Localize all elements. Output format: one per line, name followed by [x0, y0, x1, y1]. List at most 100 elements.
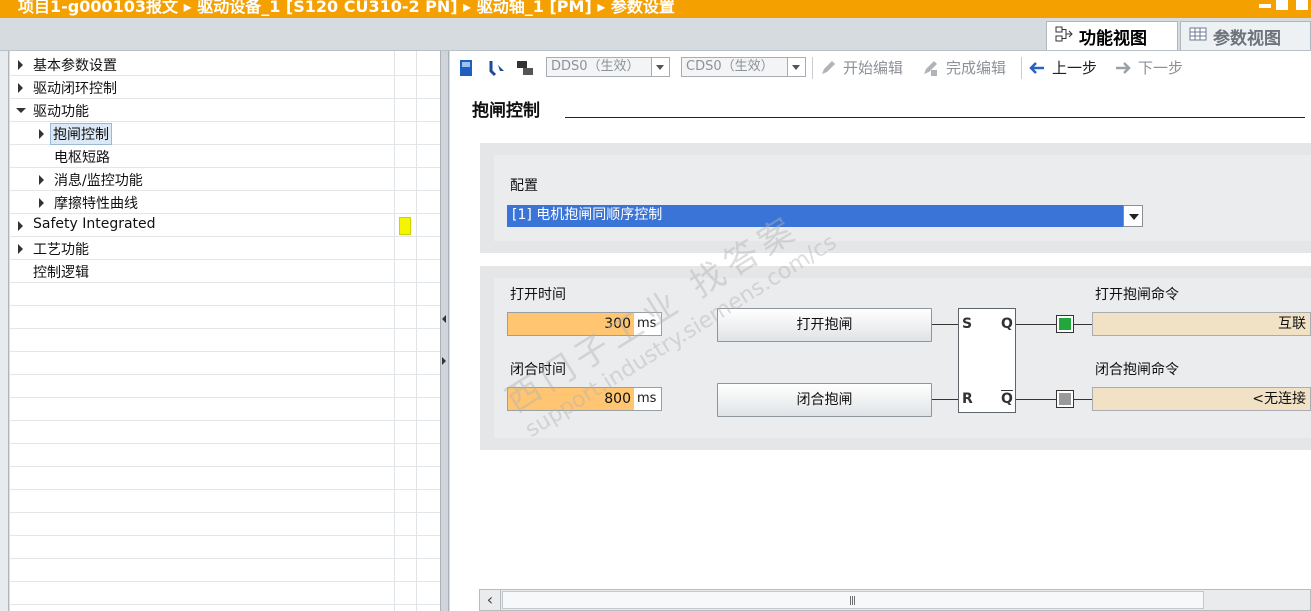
close-brake-button[interactable]: 闭合抱闸 — [717, 383, 932, 417]
tree-empty-row — [10, 306, 440, 329]
cds-select-value: CDS0（生效） — [686, 59, 774, 74]
connector-line — [1074, 399, 1092, 400]
tree-empty-row — [10, 490, 440, 513]
tab-function-view[interactable]: 功能视图 — [1046, 21, 1178, 50]
open-brake-button[interactable]: 打开抱闸 — [717, 308, 932, 342]
breadcrumb-title: 项目1-g000103报文 ▸ 驱动设备_1 [S120 CU310-2 PN]… — [18, 0, 675, 16]
dds-select[interactable]: DDS0（生效） — [546, 57, 670, 77]
tree-item-technology[interactable]: 工艺功能 — [10, 237, 440, 260]
scrollbar-thumb[interactable]: ||| — [502, 591, 1204, 609]
editor-toolbar: DDS0（生效） CDS0（生效） 开始编辑 完成编辑 上一步 下一步 — [450, 51, 1311, 85]
horizontal-scrollbar[interactable]: ‹ ||| — [479, 589, 1311, 611]
expand-arrow-icon[interactable] — [18, 60, 23, 70]
tree-empty-row — [10, 582, 440, 605]
close-status-led — [1056, 390, 1074, 408]
tree-item-label: 基本参数设置 — [33, 58, 117, 74]
tab-function-view-label: 功能视图 — [1079, 28, 1147, 49]
connect-icon[interactable] — [488, 59, 504, 77]
tree-empty-row — [10, 444, 440, 467]
tree-item-basic-params[interactable]: 基本参数设置 — [10, 53, 440, 76]
close-time-label: 闭合时间 — [510, 362, 566, 378]
open-time-unit: ms — [633, 313, 661, 335]
ff-set-pin: S — [962, 316, 973, 332]
config-select-value: [1] 电机抱闸同顺序控制 — [512, 207, 663, 223]
chevron-down-icon[interactable] — [651, 58, 669, 76]
tree-item-label: 消息/监控功能 — [54, 173, 143, 189]
tree-empty-row — [10, 421, 440, 444]
open-time-value: 300 — [604, 316, 631, 332]
expand-arrow-icon[interactable] — [39, 175, 44, 185]
collapse-left-icon[interactable] — [442, 315, 446, 323]
save-data-icon[interactable] — [458, 59, 474, 77]
expand-arrow-icon[interactable] — [18, 221, 23, 231]
function-tree: 基本参数设置 驱动闭环控制 驱动功能 抱闸控制 电枢短路 消息/监控功能 摩擦特… — [10, 51, 440, 611]
tree-empty-row — [10, 536, 440, 559]
connector-line — [1016, 324, 1056, 325]
connector-line — [1016, 399, 1056, 400]
tree-item-label: 工艺功能 — [33, 242, 89, 258]
tree-item-friction-curve[interactable]: 摩擦特性曲线 — [10, 191, 440, 214]
open-cmd-field[interactable]: 互联 — [1092, 312, 1311, 336]
ff-qbar-pin: Q — [1001, 391, 1013, 407]
close-icon[interactable] — [1296, 0, 1308, 10]
tree-item-control-logic[interactable]: 控制逻辑 — [10, 260, 440, 283]
left-edge-strip — [0, 51, 9, 611]
tree-item-label: 摩擦特性曲线 — [54, 196, 138, 212]
toolbar-separator — [812, 57, 813, 79]
close-time-input[interactable]: 800 ms — [507, 387, 662, 411]
tab-parameter-view-label: 参数视图 — [1213, 28, 1281, 49]
expand-arrow-icon[interactable] — [18, 83, 23, 93]
arrow-right-icon — [1114, 60, 1131, 78]
expand-arrow-icon[interactable] — [39, 129, 44, 139]
tree-item-messages-monitoring[interactable]: 消息/监控功能 — [10, 168, 440, 191]
tab-parameter-view[interactable]: 参数视图 — [1180, 21, 1311, 50]
sr-flipflop: S Q R Q — [958, 308, 1016, 413]
finish-edit-button[interactable]: 完成编辑 — [946, 57, 1006, 78]
scroll-left-icon[interactable]: ‹ — [480, 590, 501, 610]
close-cmd-field[interactable]: <无连接 — [1092, 387, 1311, 411]
tree-item-safety-integrated[interactable]: Safety Integrated — [10, 214, 440, 237]
tree-empty-row — [10, 559, 440, 582]
next-step-button[interactable]: 下一步 — [1138, 57, 1183, 78]
close-time-value: 800 — [604, 391, 631, 407]
connector-line — [932, 399, 958, 400]
start-edit-button[interactable]: 开始编辑 — [843, 57, 903, 78]
expand-right-icon[interactable] — [442, 357, 446, 365]
tree-item-label: 电枢短路 — [54, 150, 110, 166]
config-panel-inner — [494, 155, 1311, 241]
open-status-led — [1056, 315, 1074, 333]
config-label: 配置 — [510, 178, 538, 194]
tree-item-closed-loop[interactable]: 驱动闭环控制 — [10, 76, 440, 99]
config-select[interactable]: [1] 电机抱闸同顺序控制 — [507, 205, 1143, 227]
cds-select[interactable]: CDS0（生效） — [681, 57, 806, 77]
tree-item-label: 驱动功能 — [33, 104, 89, 120]
chevron-down-icon[interactable] — [1123, 205, 1143, 227]
copy-icon[interactable] — [516, 59, 533, 77]
close-cmd-label: 闭合抱闸命令 — [1095, 362, 1179, 378]
led-fill — [1059, 318, 1071, 330]
config-panel: 配置 [1] 电机抱闸同顺序控制 — [480, 143, 1311, 253]
tree-item-brake-control[interactable]: 抱闸控制 — [10, 122, 440, 145]
connector-line — [932, 324, 958, 325]
close-time-unit: ms — [633, 388, 661, 410]
restore-icon[interactable] — [1276, 0, 1288, 10]
tree-item-armature-short[interactable]: 电枢短路 — [10, 145, 440, 168]
tree-item-label: Safety Integrated — [33, 216, 156, 232]
start-edit-icon — [819, 59, 835, 77]
prev-step-button[interactable]: 上一步 — [1052, 57, 1097, 78]
open-time-input[interactable]: 300 ms — [507, 312, 662, 336]
tree-item-drive-functions[interactable]: 驱动功能 — [10, 99, 440, 122]
toolbar-separator — [1021, 57, 1022, 79]
brake-diagram-panel: 打开时间 300 ms 闭合时间 800 ms 打开抱闸 闭合抱闸 S Q R … — [480, 266, 1311, 450]
expand-arrow-icon[interactable] — [39, 198, 44, 208]
expand-arrow-icon[interactable] — [18, 244, 23, 254]
collapse-arrow-icon[interactable] — [16, 108, 26, 113]
open-cmd-label: 打开抱闸命令 — [1095, 287, 1179, 303]
chevron-down-icon[interactable] — [787, 58, 805, 76]
grip-icon: ||| — [849, 596, 856, 606]
minimize-icon[interactable] — [1259, 4, 1271, 8]
panel-splitter[interactable] — [440, 51, 449, 611]
tree-empty-row — [10, 283, 440, 306]
open-time-label: 打开时间 — [510, 287, 566, 303]
open-cmd-value: 互联 — [1278, 316, 1306, 332]
